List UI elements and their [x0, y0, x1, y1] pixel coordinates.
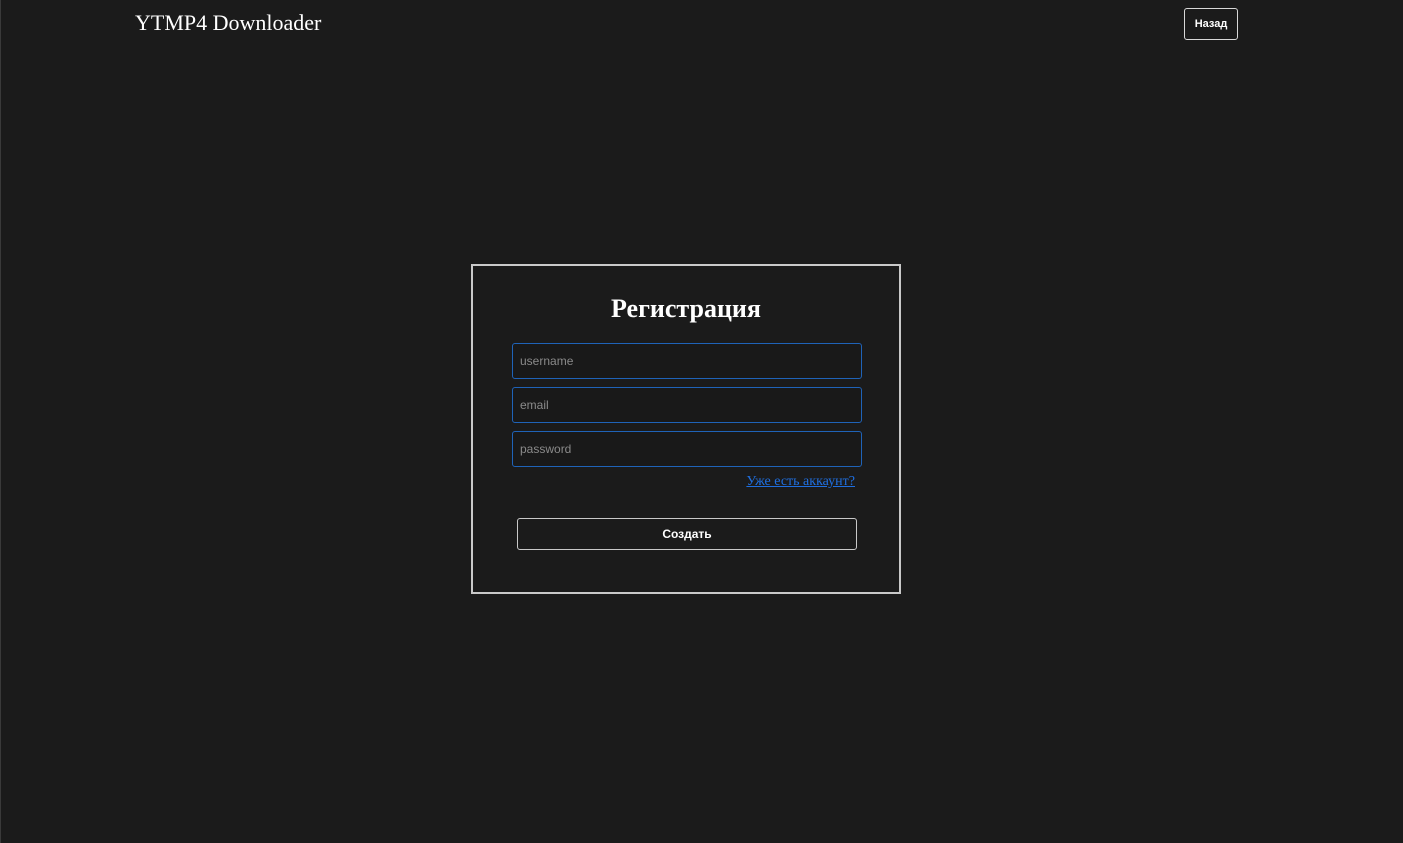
email-input[interactable]	[512, 387, 862, 423]
back-button[interactable]: Назад	[1184, 8, 1238, 40]
existing-account-link[interactable]: Уже есть аккаунт?	[746, 474, 855, 490]
registration-card: Регистрация Уже есть аккаунт? Создать	[471, 264, 901, 594]
site-brand[interactable]: YTMP4 Downloader	[135, 10, 321, 36]
password-input[interactable]	[512, 431, 862, 467]
username-input[interactable]	[512, 343, 862, 379]
create-account-button[interactable]: Создать	[517, 518, 857, 550]
registration-title: Регистрация	[611, 294, 761, 323]
window-left-edge	[0, 0, 1, 843]
